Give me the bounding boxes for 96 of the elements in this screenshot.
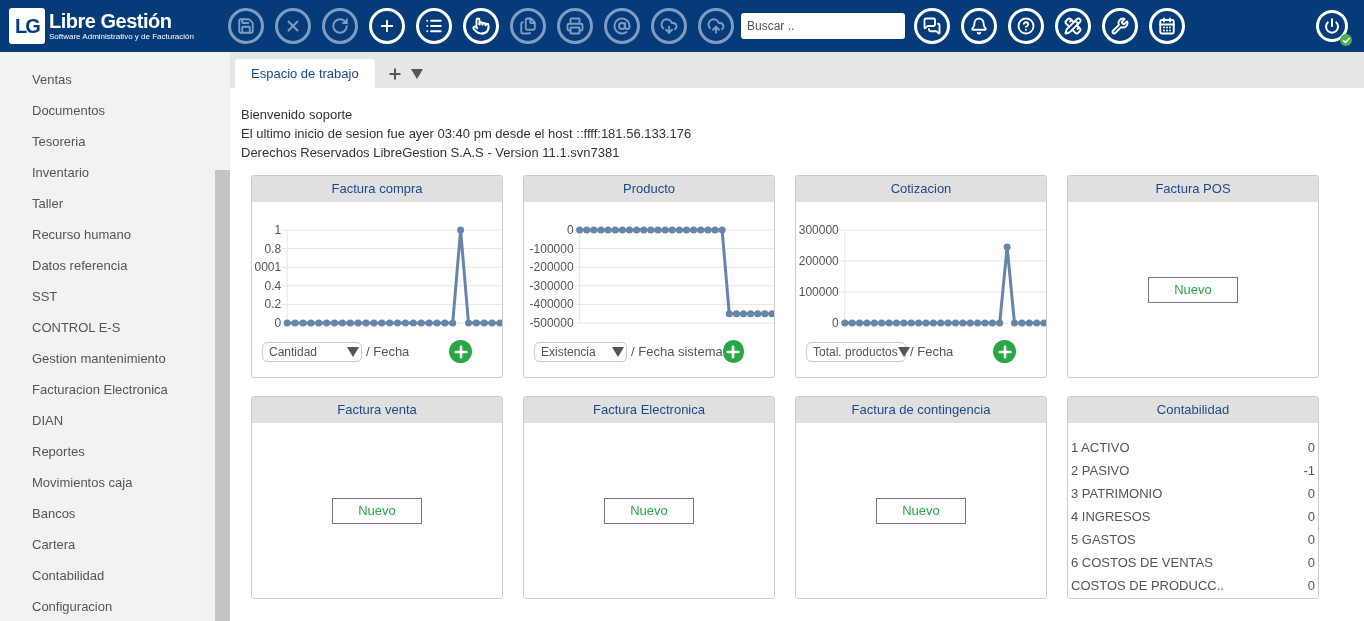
sidebar-item[interactable]: Facturacion Electronica (0, 374, 215, 405)
axis-tick-label: -200000 (529, 260, 574, 275)
axis-tick-label: 0.2 (264, 297, 282, 312)
refresh-icon (331, 17, 349, 35)
hand-pointer-icon (472, 17, 490, 35)
sidebar-item[interactable]: Gestion mantenimiento (0, 343, 215, 374)
card-title: Contabilidad (1156, 401, 1230, 420)
card-title: Factura POS (1155, 180, 1231, 199)
tab-menu-caret-icon[interactable] (410, 68, 423, 79)
sidebar-item[interactable]: Bancos (0, 498, 215, 529)
calendar-icon (1158, 17, 1176, 35)
welcome-text: Bienvenido soporte (241, 106, 354, 124)
account-value: 0 (1307, 507, 1315, 526)
dropdown-caret-icon (612, 346, 624, 357)
data-point (1003, 243, 1011, 251)
sidebar-item[interactable]: Ventas (0, 64, 215, 95)
account-label: 2 PASIVO (1071, 461, 1130, 480)
sidebar-item[interactable]: Documentos (0, 95, 215, 126)
sidebar-item[interactable]: Cartera (0, 529, 215, 560)
card-title: Factura Electronica (593, 401, 705, 420)
sidebar-item[interactable]: Inventario (0, 157, 215, 188)
measure-select[interactable]: Cantidad (262, 341, 362, 362)
account-value: 0 (1307, 438, 1315, 457)
account-label: 3 PATRIMONIO (1071, 484, 1163, 503)
account-value: 0 (1307, 530, 1315, 549)
account-value: 0 (1307, 484, 1315, 503)
cloud-upload-icon (707, 17, 725, 35)
help-icon (1017, 17, 1035, 35)
sidebar-item[interactable]: Configuracion (0, 591, 215, 621)
axis-tick-label: 0.4 (264, 278, 282, 293)
chat-icon (923, 17, 941, 35)
axis-tick-label: -100000 (529, 241, 574, 256)
sidebar-item[interactable]: Taller (0, 188, 215, 219)
account-value: -1 (1303, 461, 1315, 480)
add-tab-icon[interactable] (386, 65, 403, 82)
account-value: 0 (1307, 576, 1315, 595)
account-label: 4 INGRESOS (1071, 507, 1151, 526)
card-title: Cotizacion (890, 180, 952, 199)
axis-label: / Fecha (366, 342, 410, 361)
sidebar-item[interactable]: Recurso humano (0, 219, 215, 250)
dropdown-caret-icon (347, 346, 359, 357)
logo-mark: LG (9, 8, 45, 44)
at-sign-icon (613, 17, 631, 35)
logo-tagline: Software Administrativo y de Facturación (49, 32, 194, 42)
card-title: Factura venta (337, 401, 417, 420)
logo-name: Libre Gestión (49, 10, 173, 32)
measure-select[interactable]: Existencia (534, 341, 627, 362)
axis-label: / Fecha sistema (631, 342, 723, 361)
list-icon (425, 17, 443, 35)
account-label: 6 COSTOS DE VENTAS (1071, 553, 1213, 572)
sidebar-item[interactable]: Datos referencia (0, 250, 215, 281)
axis-tick-label: 0001 (254, 260, 282, 275)
sidebar-item[interactable]: Tesoreria (0, 126, 215, 157)
axis-tick-label: 300000 (798, 223, 839, 237)
card-title: Factura compra (331, 180, 423, 199)
account-label: COSTOS DE PRODUCC.. (1071, 576, 1224, 595)
axis-tick-label: 100000 (798, 285, 839, 299)
axis-tick-label: -400000 (529, 297, 574, 312)
search-field[interactable]: Buscar .. (741, 13, 905, 39)
tools-icon (1111, 17, 1129, 35)
axis-tick-label: 1 (274, 223, 282, 237)
sidebar-item[interactable]: Contabilidad (0, 560, 215, 591)
axis-tick-label: 0 (274, 316, 282, 330)
data-point (457, 226, 465, 234)
dropdown-caret-icon (897, 346, 910, 357)
account-value: 0 (1307, 553, 1315, 572)
card-title: Factura de contingencia (851, 401, 991, 420)
axis-tick-label: 0 (566, 223, 574, 237)
axis-label: / Fecha (910, 342, 954, 361)
welcome-text: Derechos Reservados LibreGestion S.A.S - Version 11.1.svn7381 (241, 144, 621, 162)
save-icon (237, 17, 255, 35)
documents-icon (519, 17, 537, 35)
account-label: 5 GASTOS (1071, 530, 1136, 549)
power-icon (1324, 18, 1340, 34)
sidebar-item[interactable]: SST (0, 281, 215, 312)
welcome-text: El ultimo inicio de sesion fue ayer 03:40 pm desde el host ::ffff:181.56.133.176 (241, 125, 693, 143)
bell-icon (970, 17, 988, 35)
account-label: 1 ACTIVO (1071, 438, 1130, 457)
sidebar-item[interactable]: Movimientos caja (0, 467, 215, 498)
axis-tick-label: 0.8 (264, 241, 282, 256)
axis-tick-label: -500000 (529, 316, 574, 330)
sidebar-item[interactable]: CONTROL E-S (0, 312, 215, 343)
axis-tick-label: 0 (832, 316, 839, 330)
sidebar-item[interactable]: DIAN (0, 405, 215, 436)
card-title: Producto (622, 180, 675, 199)
sidebar-item[interactable]: Reportes (0, 436, 215, 467)
add-button[interactable] (449, 340, 472, 363)
axis-tick-label: -300000 (529, 278, 574, 293)
plus-icon (378, 17, 396, 35)
add-button[interactable] (722, 340, 744, 363)
cloud-download-icon (660, 17, 678, 35)
tab[interactable]: Espacio de trabajo (235, 59, 375, 88)
print-icon (566, 17, 584, 35)
axis-tick-label: 200000 (798, 254, 839, 268)
add-button[interactable] (993, 340, 1016, 363)
ruler-pencil-icon (1064, 17, 1082, 35)
